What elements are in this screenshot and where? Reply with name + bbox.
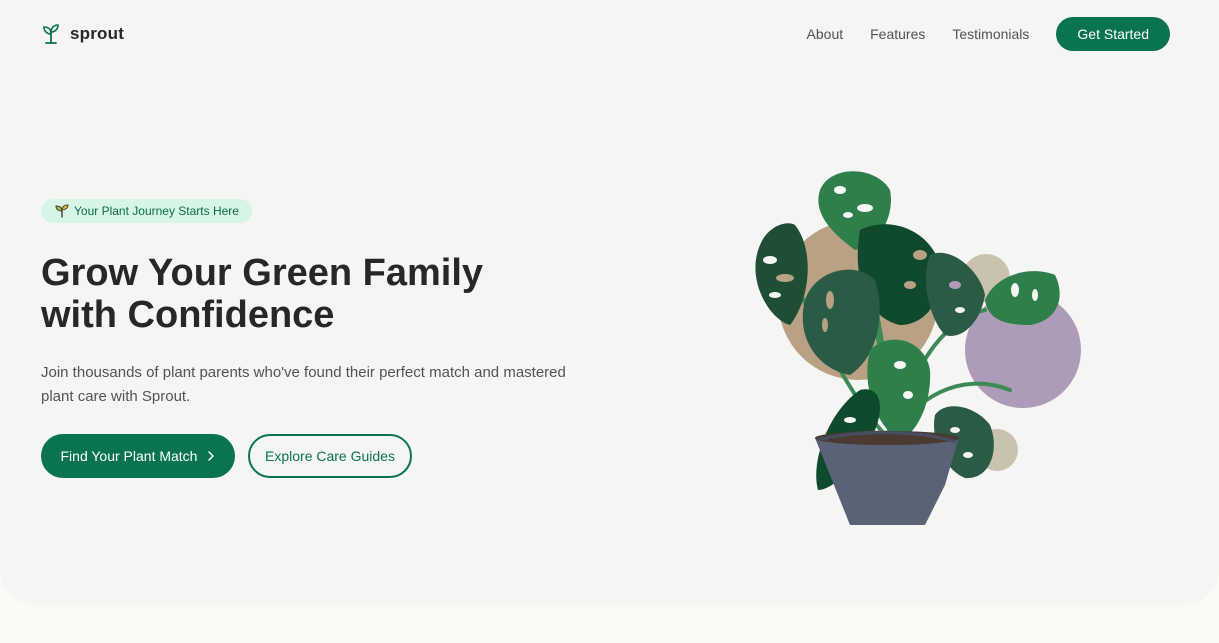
brand-logo-link[interactable]: sprout bbox=[42, 24, 124, 44]
monstera-plant-illustration bbox=[755, 171, 1081, 525]
find-plant-match-button[interactable]: Find Your Plant Match bbox=[41, 434, 235, 478]
find-plant-match-label: Find Your Plant Match bbox=[60, 448, 198, 464]
plant-pot bbox=[815, 430, 959, 525]
hero-subtitle: Join thousands of plant parents who've f… bbox=[41, 364, 566, 405]
hero-badge-text: Your Plant Journey Starts Here bbox=[74, 204, 239, 218]
get-started-button[interactable]: Get Started bbox=[1056, 17, 1170, 51]
top-navigation: sprout About Features Testimonials Get S… bbox=[0, 0, 1219, 70]
hero-badge: Your Plant Journey Starts Here bbox=[41, 199, 252, 223]
brand-name: sprout bbox=[70, 24, 125, 43]
seedling-icon bbox=[55, 204, 69, 218]
nav-link-testimonials[interactable]: Testimonials bbox=[952, 17, 1029, 51]
nav-link-features[interactable]: Features bbox=[870, 17, 925, 51]
nav-links: About Features Testimonials Get Started bbox=[807, 17, 1170, 51]
hero-title-line-2: with Confidence bbox=[41, 294, 335, 336]
hero-title: Grow Your Green Family with Confidence bbox=[41, 252, 601, 336]
explore-care-guides-button[interactable]: Explore Care Guides bbox=[248, 434, 412, 478]
hero-section: sprout About Features Testimonials Get S… bbox=[0, 0, 1219, 605]
sprout-icon bbox=[43, 24, 59, 44]
hero-title-line-1: Grow Your Green Family bbox=[41, 252, 484, 294]
nav-link-about[interactable]: About bbox=[807, 17, 844, 51]
explore-care-guides-label: Explore Care Guides bbox=[265, 448, 395, 464]
chevron-right-icon bbox=[208, 451, 215, 461]
